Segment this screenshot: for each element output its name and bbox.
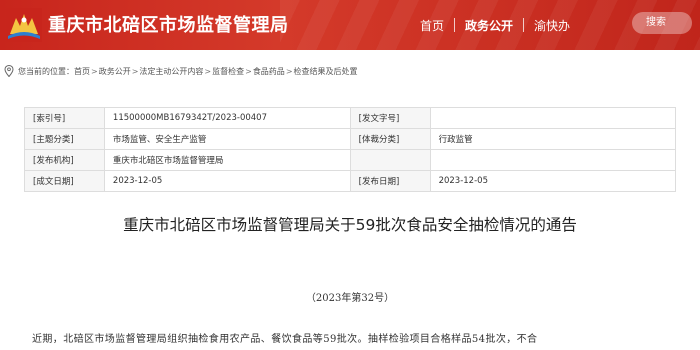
document-number-label: [发文字号] [349, 107, 431, 129]
topic-category-value: 市场监管、安全生产监管 [103, 128, 351, 150]
breadcrumb-separator: > [91, 66, 98, 76]
table-row: [主题分类] 市场监管、安全生产监管 [体裁分类] 行政监管 [24, 128, 677, 150]
nav-yukuaiban[interactable]: 渝快办 [534, 17, 570, 34]
breadcrumb-separator: > [285, 66, 293, 76]
index-number-value: 11500000MB1679342T/2023-00407 [103, 107, 351, 129]
table-row: [成文日期] 2023-12-05 [发布日期] 2023-12-05 [24, 170, 677, 192]
document-number-value [429, 107, 677, 129]
breadcrumb-food-drug[interactable]: 食品药品 [253, 66, 285, 77]
empty-value [429, 149, 677, 171]
issuing-agency-label: [发布机构] [24, 149, 105, 171]
site-title[interactable]: 重庆市北碚区市场监督管理局 [48, 11, 289, 37]
written-date-value: 2023-12-05 [103, 170, 351, 192]
document-number: （2023年第32号） [305, 293, 395, 304]
breadcrumb-separator: > [131, 66, 139, 76]
table-row: [索引号] 11500000MB1679342T/2023-00407 [发文字… [24, 107, 677, 129]
breadcrumb-supervision-inspection[interactable]: 监督检查 [212, 66, 244, 77]
written-date-label: [成文日期] [24, 170, 105, 192]
breadcrumb: 您当前的位置： 首页 > 政务公开 > 法定主动公开内容 > 监督检查 > 食品… [4, 64, 358, 78]
breadcrumb-statutory-disclosure[interactable]: 法定主动公开内容 [139, 66, 203, 77]
site-header: 重庆市北碚区市场监督管理局 首页 政务公开 渝快办 搜索 [0, 0, 700, 50]
main-nav: 首页 政务公开 渝快办 [420, 0, 570, 50]
publish-date-label: [发布日期] [349, 170, 431, 192]
index-number-label: [索引号] [24, 107, 105, 129]
nav-divider [523, 18, 525, 32]
location-pin-icon [4, 65, 14, 77]
breadcrumb-separator: > [245, 66, 252, 76]
publish-date-value: 2023-12-05 [429, 170, 677, 192]
topic-category-label: [主题分类] [24, 128, 105, 150]
issuing-agency-value: 重庆市北碚区市场监督管理局 [103, 149, 351, 171]
article-title: 重庆市北碚区市场监督管理局关于59批次食品安全抽检情况的通告 [123, 216, 577, 234]
breadcrumb-prefix: 您当前的位置： [18, 66, 74, 76]
nav-divider [454, 18, 456, 32]
article-body-paragraph: 近期，北碚区市场监督管理局组织抽检食用农产品、餐饮食品等59批次。抽样检验项目合… [32, 334, 538, 344]
genre-category-label: [体裁分类] [349, 128, 431, 150]
empty-label [349, 149, 431, 171]
nav-home[interactable]: 首页 [420, 17, 444, 34]
breadcrumb-home[interactable]: 首页 [74, 66, 90, 77]
table-row: [发布机构] 重庆市北碚区市场监督管理局 [24, 149, 677, 171]
breadcrumb-inspection-results[interactable]: 检查结果及后处置 [294, 66, 358, 77]
genre-category-value: 行政监管 [429, 128, 677, 150]
search-button[interactable]: 搜索 [632, 12, 692, 34]
nav-government-affairs[interactable]: 政务公开 [465, 17, 513, 34]
document-info-table: [索引号] 11500000MB1679342T/2023-00407 [发文字… [24, 107, 677, 192]
breadcrumb-government-affairs[interactable]: 政务公开 [99, 66, 131, 77]
site-logo[interactable] [6, 8, 42, 42]
breadcrumb-separator: > [204, 66, 212, 76]
